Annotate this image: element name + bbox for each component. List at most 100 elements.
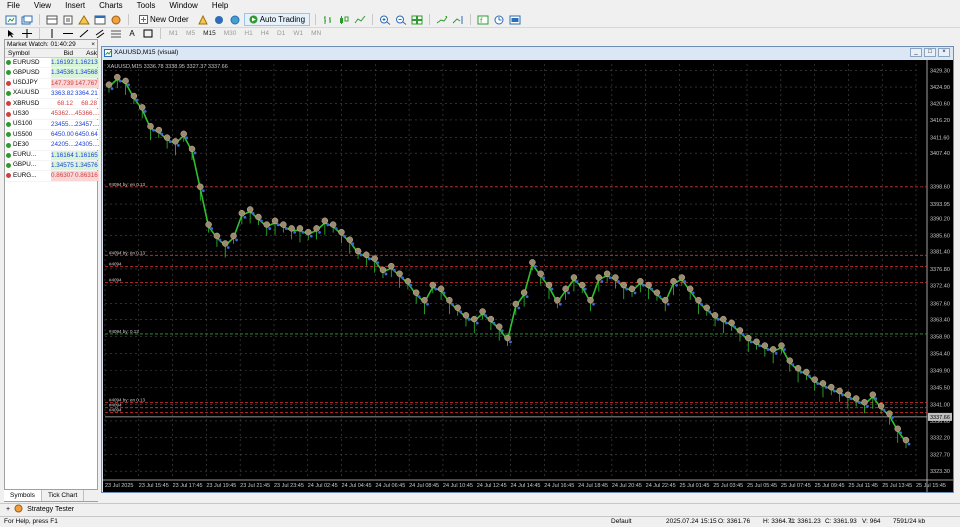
shapes-icon[interactable] <box>141 28 155 40</box>
trade-arrow-marker <box>766 348 770 351</box>
line-chart-icon[interactable] <box>353 14 367 26</box>
market-watch-icon[interactable] <box>45 14 59 26</box>
trade-marker <box>421 296 428 304</box>
data-window-icon[interactable] <box>61 14 75 26</box>
chart-plot-area[interactable]: 3429.30 3424.90 3420.60 3416.20 3411.60 3407.… <box>103 60 953 492</box>
market-watch-row[interactable]: US500 6450.00 6450.64 <box>5 130 99 141</box>
timeframe-w1[interactable]: W1 <box>290 30 306 37</box>
symbol-cell: US500 <box>5 130 51 139</box>
trade-marker <box>786 357 794 364</box>
candlestick-icon[interactable] <box>337 14 351 26</box>
trade-arrow-marker <box>691 291 695 295</box>
timeframe-h1[interactable]: H1 <box>241 30 255 37</box>
column-header-ask[interactable]: Ask <box>75 49 99 58</box>
column-header-symbol[interactable]: Symbol <box>5 49 51 58</box>
market-watch-row[interactable]: EURU... 1.16164 1.16165 <box>5 150 99 161</box>
timeframe-m15[interactable]: M15 <box>200 30 219 37</box>
profiles-icon[interactable] <box>20 14 34 26</box>
trade-marker <box>844 391 852 398</box>
crosshair-icon[interactable] <box>20 28 34 40</box>
menu-help[interactable]: Help <box>205 0 235 12</box>
trade-arrow-marker <box>177 143 180 147</box>
timeframe-d1[interactable]: D1 <box>274 30 288 37</box>
trade-marker <box>653 289 661 296</box>
expand-icon[interactable]: + <box>6 506 10 513</box>
timeframe-m5[interactable]: M5 <box>183 30 198 37</box>
new-order-button[interactable]: New Order <box>134 13 194 26</box>
market-watch-row[interactable]: DE30 24205.... 24305.... <box>5 140 99 151</box>
vertical-line-icon[interactable] <box>45 28 59 40</box>
menu-charts[interactable]: Charts <box>92 0 130 12</box>
trade-marker <box>861 399 868 406</box>
close-icon[interactable]: × <box>938 48 950 57</box>
trade-marker <box>454 304 461 312</box>
zoom-out-icon[interactable] <box>394 14 408 26</box>
bid-cell: 3363.82 <box>51 88 75 99</box>
fibonacci-icon[interactable] <box>109 28 123 40</box>
market-watch-row[interactable]: EURG... 0.86307 0.86316 <box>5 171 99 182</box>
trendline-icon[interactable] <box>77 28 91 40</box>
zoom-in-icon[interactable] <box>378 14 392 26</box>
chart-shift-icon[interactable] <box>451 14 465 26</box>
periods-icon[interactable] <box>492 14 506 26</box>
maximize-icon[interactable]: □ <box>924 48 936 57</box>
timeframe-h4[interactable]: H4 <box>258 30 272 37</box>
timeframe-mn[interactable]: MN <box>308 30 324 37</box>
trade-marker <box>371 255 378 262</box>
bid-cell: 1.34575 <box>51 160 75 171</box>
tester-icon[interactable] <box>109 14 123 26</box>
market-icon[interactable] <box>228 14 242 26</box>
horizontal-line-icon[interactable] <box>61 28 75 40</box>
trade-marker <box>769 346 777 353</box>
menu-window[interactable]: Window <box>162 0 204 12</box>
market-watch-row[interactable]: XAUUSD 3363.82 3364.21 <box>5 88 99 100</box>
x-tick-label: 24 Jul 18:45 <box>578 483 608 489</box>
x-tick-label: 25 Jul 15:45 <box>916 483 946 489</box>
x-tick-label: 23 Jul 17:45 <box>173 483 203 489</box>
market-watch-row[interactable]: EURUSD 1.16192 1.16213 <box>5 58 99 69</box>
menu-insert[interactable]: Insert <box>58 0 92 12</box>
navigator-icon[interactable] <box>77 14 91 26</box>
metaeditor-icon[interactable] <box>196 14 210 26</box>
trade-arrow-marker <box>475 321 479 325</box>
terminal-icon[interactable] <box>93 14 107 26</box>
trade-marker <box>462 312 470 319</box>
market-watch-row[interactable]: GBPUSD 1.34536 1.34568 <box>5 68 99 79</box>
close-icon[interactable]: × <box>91 40 97 48</box>
market-watch-row[interactable]: US100 23455.... 23457.... <box>5 119 99 131</box>
market-watch-row[interactable]: GBPU... 1.34575 1.34576 <box>5 160 99 172</box>
market-watch-row[interactable]: XBRUSD 68.12 68.28 <box>5 99 99 110</box>
trade-marker <box>711 312 719 319</box>
text-label-icon[interactable]: A <box>125 28 139 40</box>
menu-file[interactable]: File <box>0 0 27 12</box>
column-header-bid[interactable]: Bid <box>51 49 75 58</box>
tile-icon[interactable] <box>410 14 424 26</box>
strategy-tester-label[interactable]: Strategy Tester <box>27 506 74 513</box>
menu-view[interactable]: View <box>27 0 58 12</box>
trade-arrow-marker <box>110 87 114 91</box>
trade-arrow-marker <box>542 276 546 280</box>
timeframe-m1[interactable]: M1 <box>166 30 181 37</box>
trade-marker <box>670 278 677 285</box>
auto-trading-button[interactable]: Auto Trading <box>243 13 311 26</box>
autoscroll-icon[interactable] <box>435 14 449 26</box>
trade-arrow-marker <box>143 109 147 113</box>
market-watch-row[interactable]: USDJPY 147.739 147.767 <box>5 78 99 89</box>
market-watch-row[interactable]: US30 45362.... 45366.... <box>5 109 99 120</box>
trade-marker <box>537 270 544 277</box>
channel-icon[interactable] <box>93 28 107 40</box>
tab-tick-chart[interactable]: Tick Chart <box>42 490 85 501</box>
x-tick-label: 25 Jul 07:45 <box>781 483 811 489</box>
cursor-icon[interactable] <box>4 28 18 40</box>
timeframe-m30[interactable]: M30 <box>221 30 240 37</box>
bar-chart-icon[interactable] <box>321 14 335 26</box>
price-chart[interactable]: 3429.30 3424.90 3420.60 3416.20 3411.60 3407.… <box>103 60 953 492</box>
templates-icon[interactable] <box>508 14 522 26</box>
tab-symbols[interactable]: Symbols <box>4 490 42 501</box>
menu-tools[interactable]: Tools <box>130 0 163 12</box>
new-chart-icon[interactable] <box>4 14 18 26</box>
minimize-icon[interactable]: _ <box>910 48 922 57</box>
indicators-icon[interactable]: f <box>476 14 490 26</box>
trade-marker <box>271 217 279 225</box>
signals-icon[interactable] <box>212 14 226 26</box>
